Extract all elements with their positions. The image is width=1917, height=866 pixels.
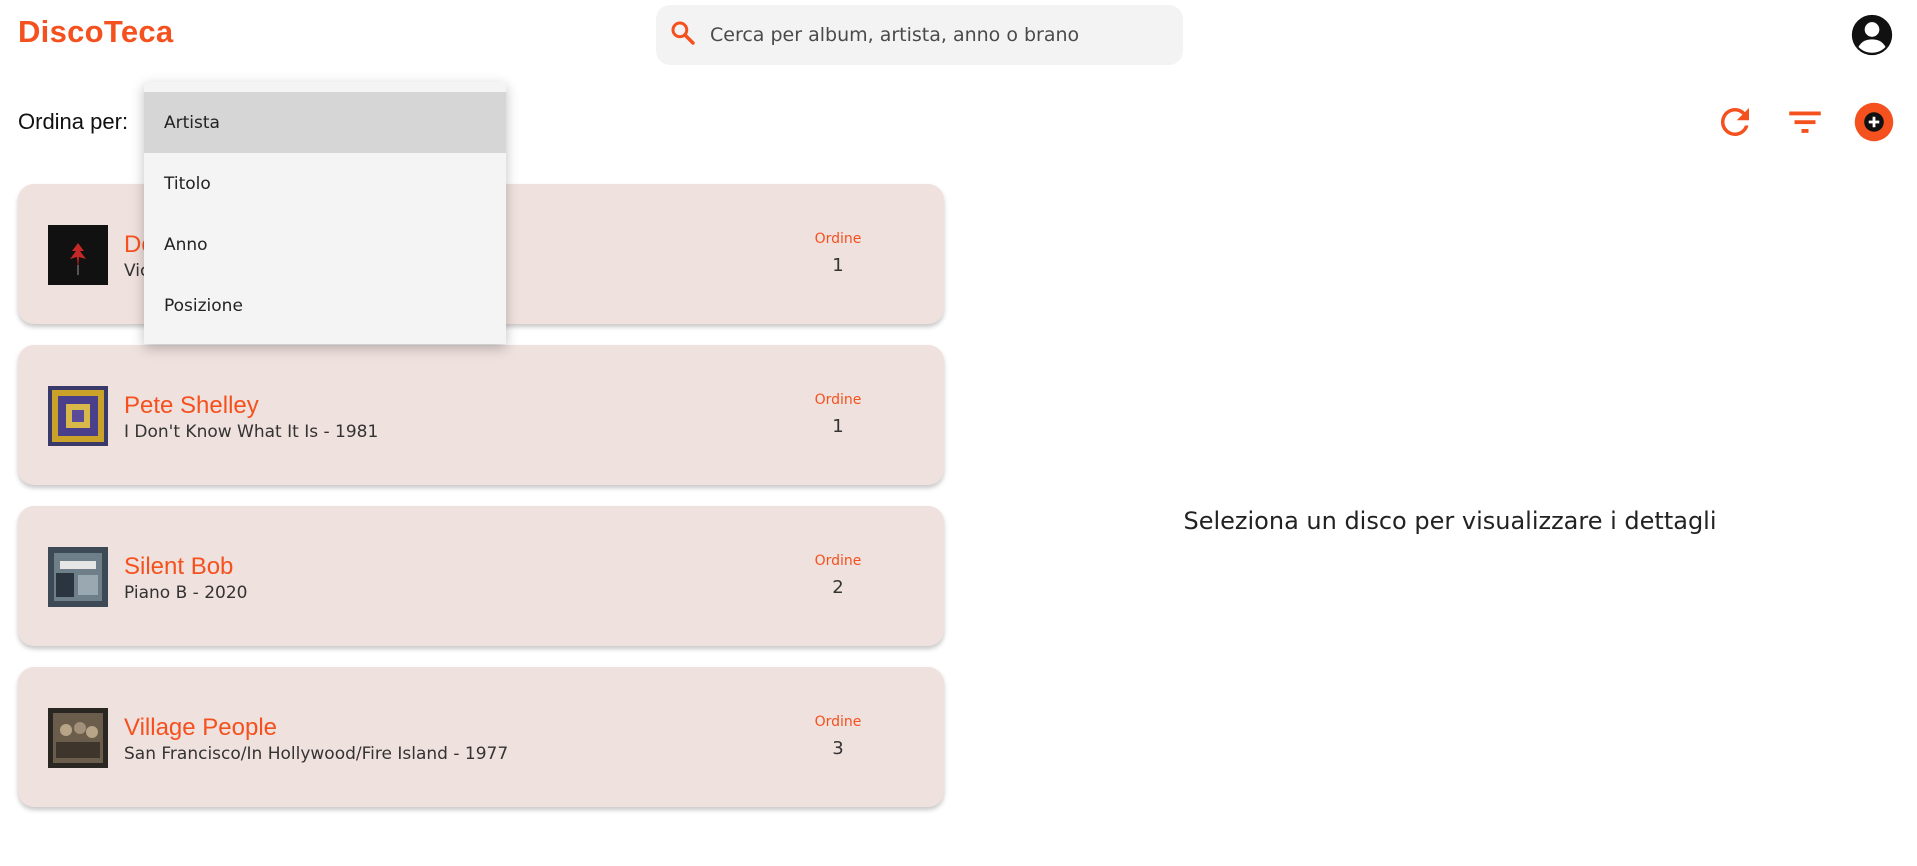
sort-option-titolo[interactable]: Titolo [144,153,506,214]
order-value: 1 [832,255,844,276]
add-circle-icon [1854,102,1894,142]
sort-dropdown-menu[interactable]: Artista Titolo Anno Posizione [144,82,506,344]
search-input[interactable] [710,24,1150,46]
record-artist: Pete Shelley [124,392,259,419]
search-icon [668,18,698,52]
record-card[interactable]: Silent Bob Piano B - 2020 Ordine 2 [18,506,944,646]
order-value: 1 [832,416,844,437]
album-cover [48,386,108,446]
album-cover [48,225,108,285]
record-album: Piano B - 2020 [124,583,248,603]
account-circle-icon [1851,14,1893,56]
record-album: I Don't Know What It Is - 1981 [124,422,379,442]
record-artist: Village People [124,714,278,741]
record-album: San Francisco/In Hollywood/Fire Island -… [124,744,509,764]
record-card[interactable]: Pete Shelley I Don't Know What It Is - 1… [18,345,944,485]
sort-option-anno[interactable]: Anno [144,214,506,275]
refresh-icon [1720,107,1749,136]
filter-button[interactable] [1783,100,1827,144]
record-artist: Silent Bob [124,553,234,580]
search-bar[interactable] [656,5,1183,65]
order-label: Ordine [814,392,862,408]
sort-option-artista[interactable]: Artista [144,92,506,153]
filter-icon [1789,111,1821,133]
app-logo: DiscoTeca [18,14,174,49]
account-button[interactable] [1850,13,1894,57]
detail-empty-message: Seleziona un disco per visualizzare i de… [1183,507,1717,535]
order-label: Ordine [814,553,862,569]
album-cover [48,547,108,607]
order-value: 3 [832,738,844,759]
order-value: 2 [832,577,844,598]
sort-option-posizione[interactable]: Posizione [144,275,506,336]
order-label: Ordine [814,231,862,247]
add-record-button[interactable] [1852,100,1896,144]
sort-label: Ordina per: [18,109,129,134]
refresh-button[interactable] [1713,100,1757,144]
album-cover [48,708,108,768]
order-label: Ordine [814,714,862,730]
record-card[interactable]: Village People San Francisco/In Hollywoo… [18,667,944,807]
